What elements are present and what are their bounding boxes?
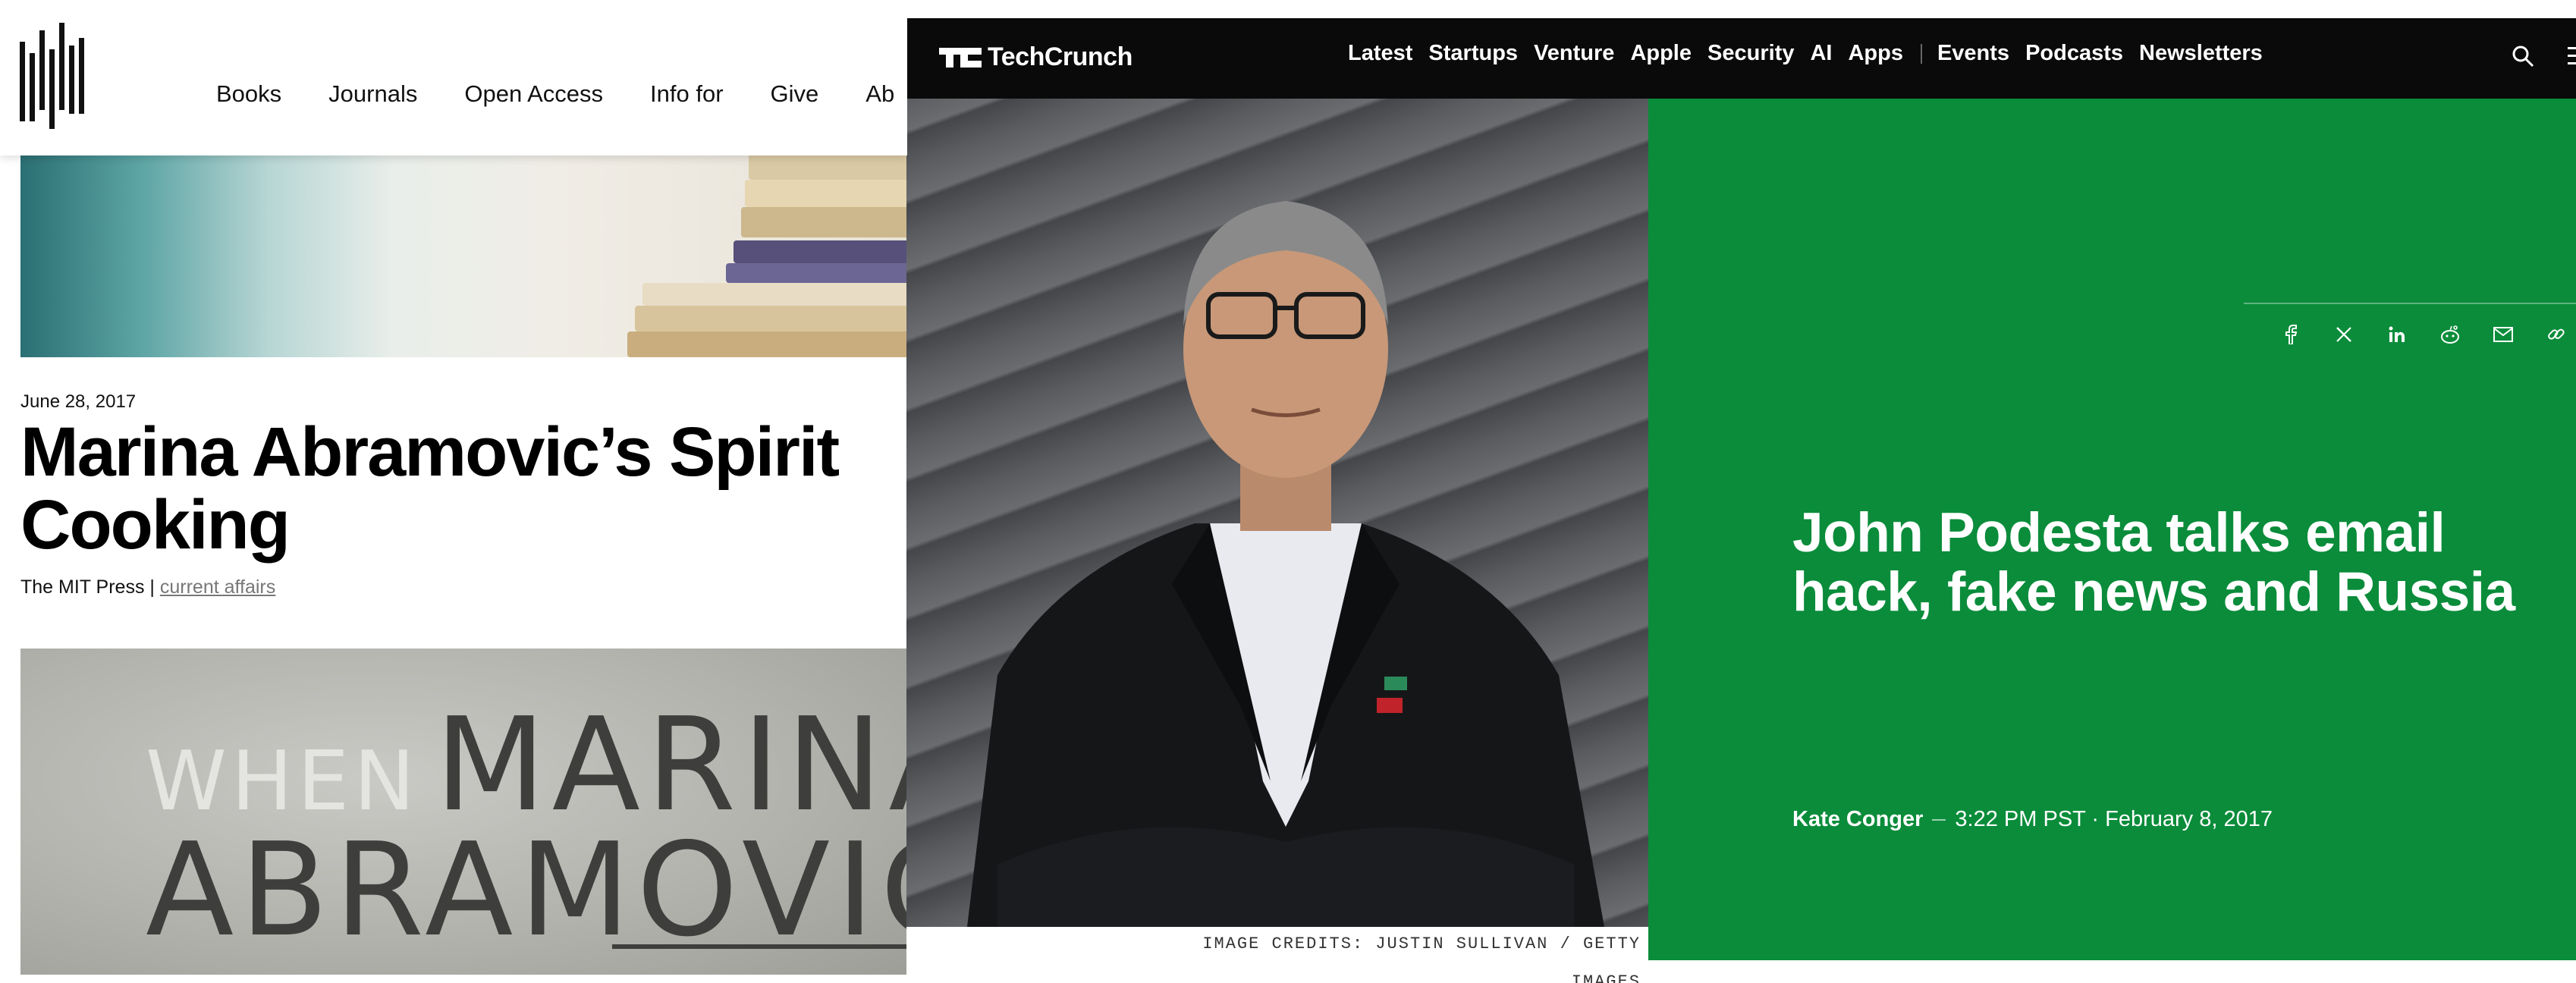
tc-nav-venture[interactable]: Venture [1534, 41, 1614, 66]
email-icon[interactable] [2477, 319, 2530, 350]
article-title[interactable]: Marina Abramovic’s Spirit Cooking [20, 416, 855, 561]
article-publisher: The MIT Press | [20, 576, 155, 598]
tc-logo-mark-icon [939, 47, 982, 68]
article-photo [906, 99, 1648, 927]
tc-logo-name: TechCrunch [988, 42, 1132, 71]
search-icon[interactable] [2510, 43, 2536, 69]
article-byline: Kate Conger 3:22 PM PST · February 8, 20… [1792, 807, 2273, 832]
mit-nav-about[interactable]: Ab [865, 80, 894, 108]
mit-nav-open-access[interactable]: Open Access [464, 80, 603, 108]
share-bar [2264, 319, 2576, 350]
tc-logo[interactable]: TechCrunch [939, 42, 1132, 72]
reddit-icon[interactable] [2424, 319, 2477, 350]
hero-image-books [20, 155, 907, 357]
tc-nav-apple[interactable]: Apple [1630, 41, 1692, 66]
tc-nav-events[interactable]: Events [1937, 41, 2009, 66]
techcrunch-window: TechCrunch Latest Startups Venture Apple… [906, 18, 2576, 983]
tc-nav-separator [1920, 43, 1922, 64]
tc-nav-startups[interactable]: Startups [1428, 41, 1518, 66]
linkedin-icon[interactable] [2370, 319, 2424, 350]
portrait-illustration [967, 201, 1604, 927]
mit-nav-books[interactable]: Books [216, 80, 281, 108]
article-date: June 28, 2017 [20, 391, 137, 412]
mit-press-logo-icon[interactable] [20, 23, 88, 129]
image-credit: IMAGE CREDITS: JUSTIN SULLIVAN / GETTY I… [1202, 934, 1641, 983]
author-link[interactable]: Kate Conger [1792, 807, 1923, 832]
x-icon[interactable] [2317, 319, 2370, 350]
cover-word-abramovic: ABRAMOVIĆ [146, 815, 907, 966]
article-timestamp: 3:22 PM PST · February 8, 2017 [1955, 807, 2273, 831]
byline-separator [1932, 818, 1946, 821]
tc-nav-latest[interactable]: Latest [1348, 41, 1412, 66]
tc-top-bar: TechCrunch Latest Startups Venture Apple… [906, 18, 2576, 99]
mit-nav: Books Journals Open Access Info for Give… [216, 80, 907, 108]
article-tag-link[interactable]: current affairs [160, 576, 275, 598]
share-divider [2244, 303, 2576, 304]
facebook-icon[interactable] [2264, 319, 2317, 350]
mit-nav-journals[interactable]: Journals [328, 80, 417, 108]
menu-icon[interactable] [2565, 46, 2576, 68]
article-headline: John Podesta talks email hack, fake news… [1792, 502, 2515, 623]
mit-nav-give[interactable]: Give [771, 80, 819, 108]
tc-nav-podcasts[interactable]: Podcasts [2025, 41, 2123, 66]
mit-header: Books Journals Open Access Info for Give… [0, 0, 907, 155]
tc-nav-newsletters[interactable]: Newsletters [2139, 41, 2263, 66]
tc-nav-ai[interactable]: AI [1810, 41, 1832, 66]
tc-nav-security[interactable]: Security [1707, 41, 1794, 66]
mit-press-window: Books Journals Open Access Info for Give… [0, 0, 907, 983]
article-meta: The MIT Press | current affairs [20, 576, 275, 598]
mit-nav-info-for[interactable]: Info for [650, 80, 724, 108]
tc-nav: Latest Startups Venture Apple Security A… [1348, 41, 2279, 66]
tc-nav-apps[interactable]: Apps [1848, 41, 1903, 66]
link-icon[interactable] [2530, 319, 2576, 350]
book-cover-image: WHENMARINA ABRAMOVIĆ [20, 649, 907, 975]
